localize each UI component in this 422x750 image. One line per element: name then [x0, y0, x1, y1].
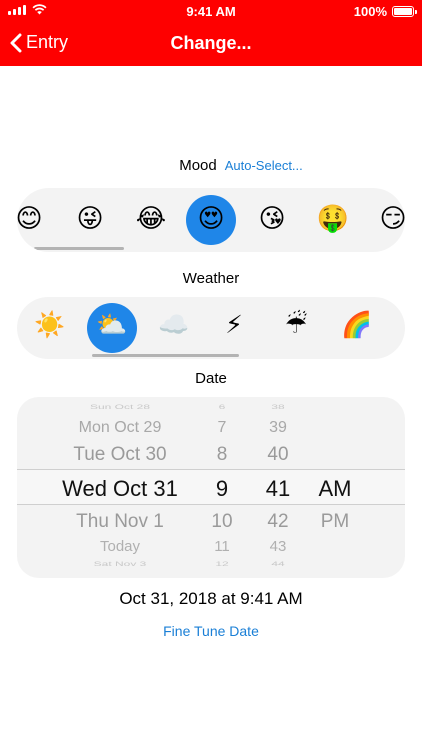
nav-row: Entry Change...: [0, 24, 422, 64]
picker-option[interactable]: AM: [310, 476, 360, 502]
cloud-icon[interactable]: ☁️: [156, 313, 192, 338]
status-right: 100%: [353, 4, 417, 19]
lightning-icon[interactable]: ⚡: [216, 313, 252, 338]
sun-behind-cloud-icon[interactable]: ⛅: [94, 313, 130, 338]
chevron-left-icon: [10, 33, 22, 52]
mood-selector[interactable]: 😊 😜 😂 😍 😘 🤑 😏: [17, 188, 405, 252]
picker-option[interactable]: 6: [202, 403, 242, 411]
auto-select-button[interactable]: Auto-Select...: [225, 158, 303, 173]
picker-option[interactable]: Sun Oct 28: [45, 403, 195, 411]
picker-option[interactable]: PM: [310, 511, 360, 533]
picker-option[interactable]: 8: [202, 444, 242, 466]
hour-wheel[interactable]: 6 7 8 9 10 11 12: [202, 397, 242, 578]
picker-option[interactable]: 40: [257, 444, 299, 466]
kissing-heart-face-icon[interactable]: 😘: [254, 205, 290, 231]
picker-option[interactable]: 7: [202, 419, 242, 437]
picker-option[interactable]: 12: [202, 560, 242, 568]
picker-option[interactable]: 10: [202, 511, 242, 533]
status-bar: 9:41 AM 100%: [0, 0, 422, 22]
picker-option[interactable]: Sat Nov 3: [45, 560, 195, 568]
picker-option[interactable]: Tue Oct 30: [45, 444, 195, 466]
picker-option[interactable]: Wed Oct 31: [45, 476, 195, 502]
picker-option[interactable]: 42: [257, 511, 299, 533]
picker-option[interactable]: 41: [257, 476, 299, 502]
smirking-face-icon[interactable]: 😏: [375, 205, 405, 231]
weather-scrollbar[interactable]: [92, 354, 239, 357]
navigation-bar: 9:41 AM 100% Entry Change...: [0, 0, 422, 66]
weather-label: Weather: [182, 270, 240, 287]
picker-option[interactable]: 44: [257, 560, 299, 568]
picker-option[interactable]: Thu Nov 1: [45, 511, 195, 533]
rainbow-icon[interactable]: 🌈: [339, 313, 375, 338]
mood-label: Mood: [179, 157, 217, 174]
weather-selector[interactable]: ☀️ ⛅ ☁️ ⚡ ☔ 🌈: [17, 297, 405, 359]
battery-icon: [392, 6, 417, 17]
day-wheel[interactable]: Sun Oct 28 Mon Oct 29 Tue Oct 30 Wed Oct 31…: [45, 397, 195, 578]
picker-option[interactable]: 43: [257, 538, 299, 555]
umbrella-rain-icon[interactable]: ☔: [278, 313, 314, 338]
date-label: Date: [195, 370, 227, 387]
date-time-picker[interactable]: Sun Oct 28 Mon Oct 29 Tue Oct 30 Wed Oct 31…: [17, 397, 405, 578]
picker-option[interactable]: Mon Oct 29: [45, 419, 195, 437]
picker-option[interactable]: 39: [257, 419, 299, 437]
picker-option[interactable]: 38: [257, 403, 299, 411]
smiling-face-icon[interactable]: 😊: [17, 205, 47, 231]
back-button[interactable]: Entry: [10, 32, 68, 53]
heart-eyes-face-icon[interactable]: 😍: [193, 205, 229, 231]
minute-wheel[interactable]: 38 39 40 41 42 43 44: [257, 397, 299, 578]
picker-option[interactable]: Today: [45, 538, 195, 555]
money-mouth-face-icon[interactable]: 🤑: [315, 205, 351, 231]
battery-percent: 100%: [353, 4, 387, 19]
picker-option[interactable]: 11: [202, 538, 242, 555]
sun-icon[interactable]: ☀️: [32, 313, 68, 338]
back-label: Entry: [26, 32, 69, 52]
winking-tongue-face-icon[interactable]: 😜: [72, 205, 108, 231]
selected-date-summary: Oct 31, 2018 at 9:41 AM: [119, 589, 303, 608]
mood-header: Mood Auto-Select...: [0, 157, 422, 174]
picker-option[interactable]: 9: [202, 476, 242, 502]
am-pm-wheel[interactable]: AM PM: [310, 397, 360, 578]
mood-scrollbar[interactable]: [34, 247, 124, 250]
tears-of-joy-face-icon[interactable]: 😂: [133, 205, 169, 231]
fine-tune-date-button[interactable]: Fine Tune Date: [0, 623, 422, 639]
